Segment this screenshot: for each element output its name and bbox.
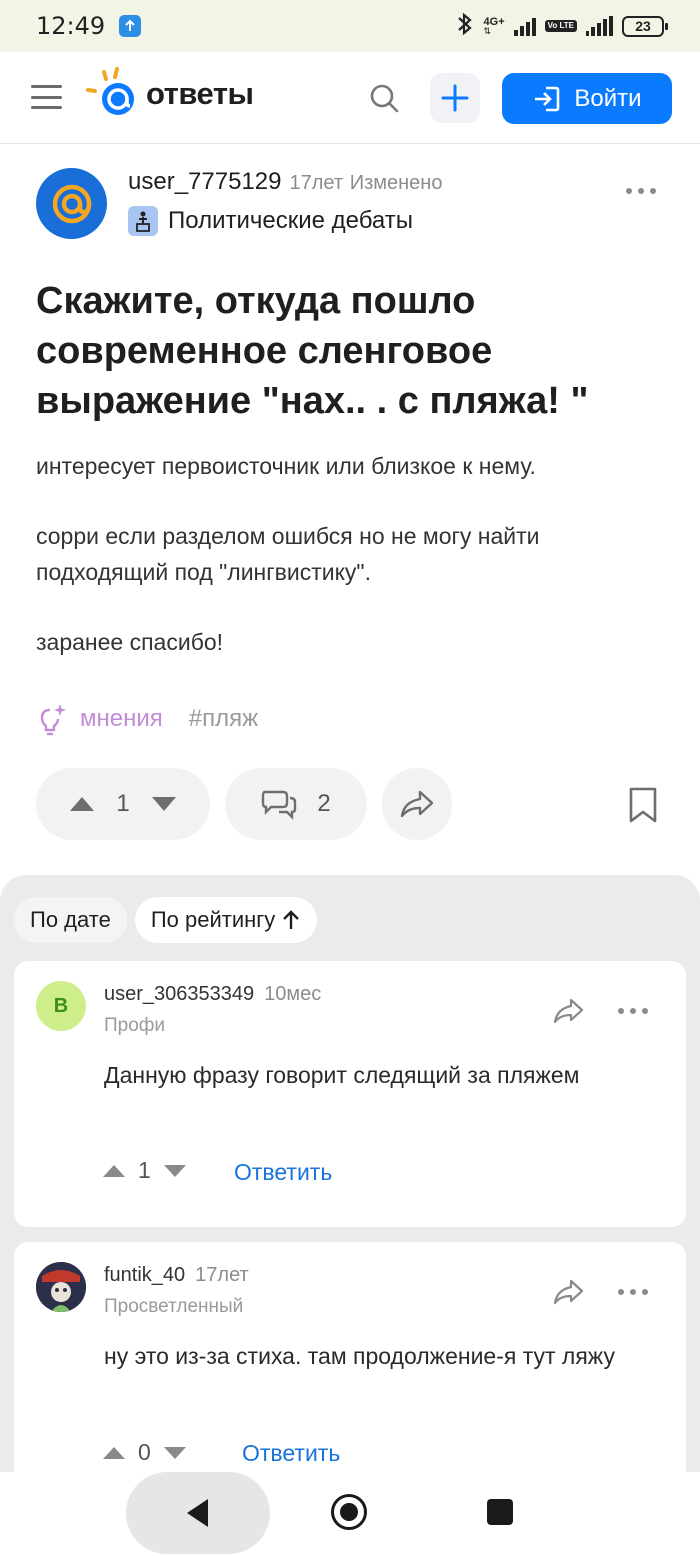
answer-text: Данную фразу говорит следящий за пляжем — [104, 1062, 580, 1088]
question-tags: мнения #пляж — [36, 702, 258, 736]
system-nav-bar — [0, 1472, 700, 1556]
author-line: user_7775129 17лет Изменено — [128, 168, 442, 196]
signal-icon-2 — [586, 16, 613, 36]
reply-button[interactable]: Ответить — [234, 1159, 332, 1186]
network-type-label: 4G+ — [483, 15, 505, 28]
answer-more-button[interactable] — [618, 1007, 648, 1015]
podium-icon — [128, 206, 158, 236]
vote-control: 1 — [36, 768, 210, 840]
bookmark-icon[interactable] — [626, 786, 660, 824]
recent-apps-button[interactable] — [487, 1499, 513, 1525]
share-button[interactable] — [382, 768, 452, 840]
search-button[interactable] — [366, 80, 402, 116]
answer-more-button[interactable] — [618, 1288, 648, 1296]
answer-avatar[interactable]: В — [36, 981, 86, 1031]
logo-at-icon — [86, 67, 134, 115]
sort-by-date-label: По дате — [30, 907, 111, 932]
downvote-icon[interactable] — [163, 1164, 187, 1178]
logo-text: ответы — [146, 76, 254, 111]
answer-rank: Профи — [104, 1015, 166, 1036]
reply-button[interactable]: Ответить — [242, 1440, 340, 1467]
answer-avatar[interactable] — [36, 1262, 86, 1312]
answer-vote-control: 1 — [102, 1157, 187, 1184]
sort-by-date[interactable]: По дате — [14, 897, 127, 943]
upvote-icon[interactable] — [102, 1164, 126, 1178]
share-icon[interactable] — [552, 1278, 584, 1306]
answer-author[interactable]: user_306353349 — [104, 983, 254, 1005]
answer-author[interactable]: funtik_40 — [104, 1264, 185, 1286]
answer-vote-count: 1 — [138, 1157, 151, 1183]
app-logo[interactable]: ответы — [84, 66, 254, 122]
author-avatar[interactable] — [36, 168, 107, 239]
sort-by-rating[interactable]: По рейтингу — [134, 897, 318, 943]
downvote-icon[interactable] — [151, 796, 177, 812]
tag-opinion-label: мнения — [80, 705, 163, 732]
answer-vote-control: 0 — [102, 1439, 187, 1466]
tag-opinion[interactable]: мнения — [36, 702, 163, 736]
question-actions: 1 2 — [36, 768, 666, 840]
back-button[interactable] — [126, 1472, 270, 1554]
answer-card: В user_306353349 10мес Профи Данную фразу… — [14, 961, 686, 1227]
question-author: user_7775129 17лет Изменено Политические … — [36, 168, 666, 248]
home-icon — [340, 1503, 358, 1521]
answers-section: По дате По рейтингу В user_306353349 10ме… — [0, 875, 700, 1492]
answer-time: 10мес — [264, 983, 322, 1005]
ask-question-button[interactable] — [430, 73, 480, 123]
answer-rank: Просветленный — [104, 1296, 244, 1317]
app-header: ответы Войти — [0, 52, 700, 144]
search-icon — [370, 84, 399, 113]
question-paragraph: сорри если разделом ошибся но не могу на… — [36, 523, 540, 585]
share-icon[interactable] — [552, 997, 584, 1025]
answer-text: ну это из-за стиха. там продолжение-я ту… — [104, 1343, 615, 1369]
upvote-icon[interactable] — [102, 1446, 126, 1460]
upload-notification-icon — [119, 15, 142, 37]
at-avatar-icon — [52, 184, 91, 223]
share-icon — [400, 790, 434, 818]
home-button[interactable] — [331, 1494, 367, 1530]
question-paragraph: заранее спасибо! — [36, 629, 224, 655]
login-icon — [535, 86, 560, 111]
downvote-icon[interactable] — [163, 1446, 187, 1460]
answer-card: funtik_40 17лет Просветленный ну это из-з… — [14, 1242, 686, 1492]
sort-by-rating-label: По рейтингу — [150, 907, 276, 932]
upvote-icon[interactable] — [69, 796, 95, 812]
vote-count: 1 — [116, 790, 130, 817]
answer-time: 17лет — [195, 1264, 249, 1286]
lightbulb-icon — [40, 704, 66, 736]
status-time: 12:49 — [36, 12, 106, 40]
signal-icon — [513, 16, 536, 36]
volte-badge: Vo LTE — [544, 20, 577, 32]
status-bar: 12:49 4G+ ⇅ Vo LTE 23 — [0, 0, 700, 52]
comments-count: 2 — [317, 790, 331, 817]
comments-icon — [262, 790, 297, 820]
login-button[interactable]: Войти — [502, 73, 672, 124]
login-label: Войти — [574, 84, 642, 112]
tag-hash[interactable]: #пляж — [189, 705, 258, 733]
bluetooth-icon — [455, 12, 475, 41]
plus-icon — [441, 84, 469, 112]
avatar-image — [36, 1262, 86, 1312]
question-body: интересует первоисточник или близкое к н… — [36, 448, 676, 660]
sort-bar: По дате По рейтингу — [14, 897, 318, 943]
question-age: 17лет — [289, 172, 344, 194]
battery-indicator: 23 — [622, 15, 668, 37]
answer-author-line: funtik_40 17лет — [104, 1264, 249, 1287]
question-title: Скажите, откуда пошло современное сленго… — [36, 280, 589, 422]
category-link[interactable]: Политические дебаты — [128, 206, 413, 236]
author-name[interactable]: user_7775129 — [128, 168, 281, 195]
back-icon — [187, 1499, 208, 1527]
answer-author-line: user_306353349 10мес — [104, 983, 321, 1006]
category-label: Политические дебаты — [168, 207, 413, 234]
comments-button[interactable]: 2 — [225, 768, 367, 840]
menu-icon[interactable] — [31, 85, 62, 109]
edited-label: Изменено — [349, 172, 443, 194]
question-more-button[interactable] — [626, 186, 656, 196]
question-paragraph: интересует первоисточник или близкое к н… — [36, 453, 536, 479]
arrow-up-icon — [283, 910, 300, 929]
answer-vote-count: 0 — [138, 1439, 151, 1465]
